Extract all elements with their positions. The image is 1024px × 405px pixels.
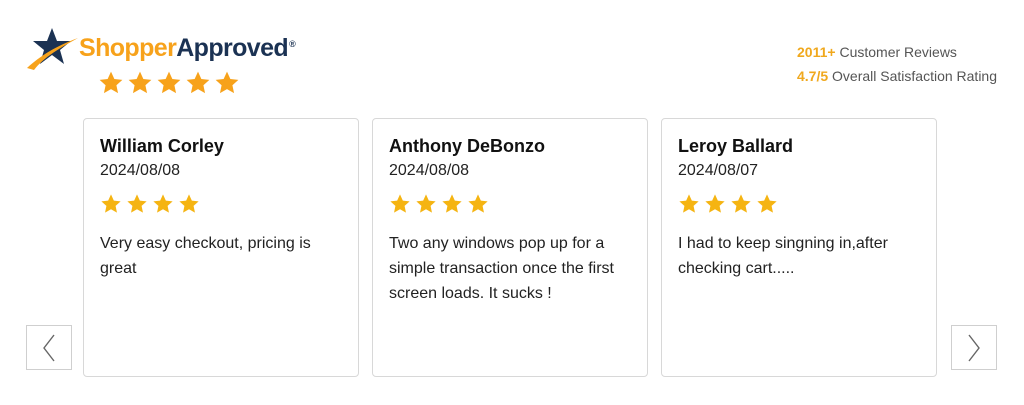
review-text: I had to keep singning in,after checking… bbox=[678, 235, 888, 277]
review-stars bbox=[100, 193, 342, 215]
chevron-right-icon bbox=[968, 334, 980, 361]
star-icon bbox=[468, 194, 488, 213]
star-icon bbox=[442, 194, 462, 213]
brand-part-approved: Approved bbox=[176, 34, 289, 62]
review-date: 2024/08/07 bbox=[678, 162, 759, 179]
star-icon bbox=[390, 194, 410, 213]
review-count-label: Customer Reviews bbox=[839, 44, 957, 60]
review-count: 2011+ bbox=[797, 44, 836, 60]
reviewer-name: Leroy Ballard bbox=[678, 136, 794, 156]
star-icon bbox=[416, 194, 436, 213]
star-icon bbox=[679, 194, 699, 213]
logo-rating-stars bbox=[98, 70, 240, 96]
review-text: Two any windows pop up for a simple tran… bbox=[389, 235, 614, 302]
review-summary: 2011+ Customer Reviews 4.7/5 Overall Sat… bbox=[797, 40, 997, 88]
star-icon bbox=[153, 194, 173, 213]
review-card: William Corley 2024/08/08 Very easy chec… bbox=[83, 118, 359, 377]
shopper-approved-logo: ShopperApproved® bbox=[26, 26, 326, 100]
reviewer-name: Anthony DeBonzo bbox=[389, 136, 545, 156]
star-icon bbox=[101, 194, 121, 213]
registered-mark: ® bbox=[289, 38, 296, 49]
reviewer-name: William Corley bbox=[100, 136, 224, 156]
star-icon bbox=[127, 194, 147, 213]
star-icon bbox=[215, 71, 239, 94]
star-swoosh-icon bbox=[27, 28, 78, 70]
review-date: 2024/08/08 bbox=[389, 162, 470, 179]
review-card: Anthony DeBonzo 2024/08/08 Two any windo… bbox=[372, 118, 648, 377]
chevron-left-icon bbox=[43, 334, 55, 361]
star-icon bbox=[157, 71, 181, 94]
review-date: 2024/08/08 bbox=[100, 162, 181, 179]
star-icon bbox=[179, 194, 199, 213]
brand-name: ShopperApproved® bbox=[79, 34, 296, 63]
carousel-next-button[interactable] bbox=[951, 325, 997, 370]
star-icon bbox=[757, 194, 777, 213]
star-icon bbox=[186, 71, 210, 94]
rating-line: 4.7/5 Overall Satisfaction Rating bbox=[797, 64, 997, 88]
review-count-line: 2011+ Customer Reviews bbox=[797, 40, 997, 64]
carousel-prev-button[interactable] bbox=[26, 325, 72, 370]
star-icon bbox=[128, 71, 152, 94]
review-card: Leroy Ballard 2024/08/07 I had to keep s… bbox=[661, 118, 937, 377]
star-icon bbox=[99, 71, 123, 94]
review-stars bbox=[389, 193, 631, 215]
brand-part-shopper: Shopper bbox=[79, 34, 177, 62]
overall-rating-label: Overall Satisfaction Rating bbox=[832, 68, 997, 84]
star-icon bbox=[705, 194, 725, 213]
star-icon bbox=[731, 194, 751, 213]
review-stars bbox=[678, 193, 920, 215]
review-text: Very easy checkout, pricing is great bbox=[100, 235, 311, 277]
overall-rating: 4.7/5 bbox=[797, 68, 829, 84]
